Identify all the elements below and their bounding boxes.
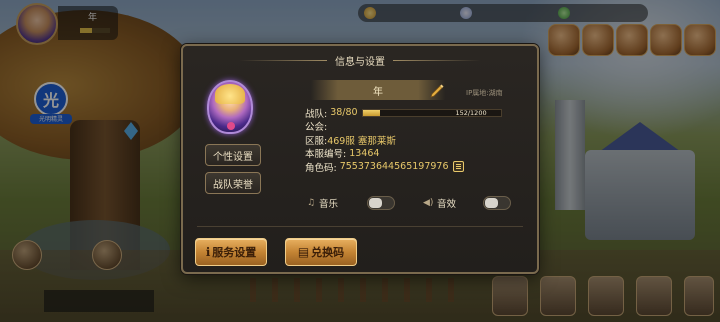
role-code-value: 755373644565197976 — [339, 161, 449, 173]
redeem-code-button[interactable]: ▤ 兑换码 — [285, 238, 357, 266]
footer-divider — [197, 226, 523, 227]
service-settings-label: 服务设置 — [212, 246, 257, 259]
guild-label: 公会: — [305, 122, 328, 134]
team-row: 战队: 38/80 152/1200 — [305, 106, 531, 120]
avatar-portrait[interactable] — [207, 80, 253, 134]
info-settings-dialog: 信息与设置 个性设置 战队荣誉 年 IP属地:湖南 战队: 38/80 152/… — [181, 44, 539, 274]
portrait-gem — [227, 122, 235, 130]
music-toggle-knob — [369, 198, 382, 208]
header-divider-right — [393, 59, 481, 61]
redeem-code-label: 兑换码 — [311, 246, 345, 259]
service-settings-button[interactable]: ℹ 服务设置 — [195, 238, 267, 266]
music-toggle[interactable] — [367, 196, 395, 210]
server-number-value: 13464 — [349, 147, 380, 159]
speaker-icon: ◀) — [423, 198, 434, 208]
server-number-label: 本服编号: — [305, 149, 347, 161]
copy-icon[interactable] — [452, 161, 464, 173]
info-icon: ℹ — [205, 245, 211, 259]
team-value: 38/80 — [330, 107, 358, 119]
guild-row: 公会: — [305, 120, 531, 134]
music-note-icon: ♫ — [307, 198, 316, 208]
sound-toggle[interactable] — [483, 196, 511, 210]
sound-setting: ◀) 音效 — [423, 194, 456, 212]
dialog-header: 信息与设置 — [183, 50, 537, 70]
dialog-title: 信息与设置 — [335, 56, 385, 68]
team-xp-bar: 152/1200 — [361, 108, 502, 117]
team-label: 战队: — [305, 108, 328, 120]
ticket-icon: ▤ — [297, 245, 310, 259]
server-row: 区服: 469服 塞那莱斯 — [305, 133, 531, 147]
portrait-hair — [215, 84, 245, 104]
server-number-row: 本服编号: 13464 — [305, 147, 531, 161]
edit-icon[interactable] — [429, 82, 445, 98]
player-name-banner: 年 — [311, 80, 445, 100]
player-name: 年 — [373, 86, 383, 98]
music-label: 音乐 — [319, 199, 339, 210]
header-divider-left — [239, 59, 327, 61]
player-info-list: 战队: 38/80 152/1200 公会: 区服: 469服 塞那莱斯 本服编… — [305, 106, 531, 174]
role-code-row: 角色码: 755373644565197976 — [305, 160, 531, 174]
sound-toggle-knob — [485, 198, 498, 208]
team-xp-fill — [362, 109, 381, 116]
server-value: 469服 塞那莱斯 — [327, 135, 396, 147]
team-honor-button[interactable]: 战队荣誉 — [205, 172, 261, 194]
role-code-label: 角色码: — [305, 162, 337, 174]
server-label: 区服: — [305, 135, 328, 147]
team-xp-text: 152/1200 — [455, 108, 487, 117]
ip-location: IP属地:湖南 — [466, 89, 503, 97]
music-setting: ♫ 音乐 — [307, 194, 338, 212]
sound-label: 音效 — [437, 199, 457, 210]
personal-settings-button[interactable]: 个性设置 — [205, 144, 261, 166]
